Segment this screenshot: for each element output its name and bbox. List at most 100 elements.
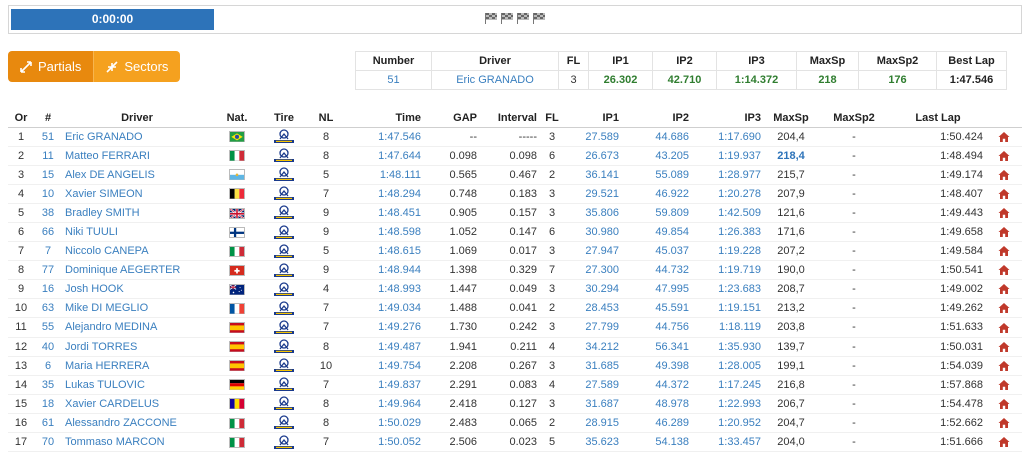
time-link[interactable]: 1:48.294 bbox=[346, 184, 424, 204]
driver-name-link[interactable]: Dominique AEGERTER bbox=[62, 260, 212, 281]
time-link[interactable]: 1:48.451 bbox=[346, 203, 424, 223]
rider-number-link[interactable]: 66 bbox=[34, 222, 62, 243]
rider-number-link[interactable]: 38 bbox=[34, 203, 62, 223]
home-cell[interactable] bbox=[986, 184, 1022, 204]
best-driver[interactable]: Eric GRANADO bbox=[431, 70, 559, 90]
rider-number-link[interactable]: 6 bbox=[34, 356, 62, 376]
driver-name-link[interactable]: Alejandro MEDINA bbox=[62, 317, 212, 338]
home-icon[interactable] bbox=[998, 322, 1010, 334]
time-link[interactable]: 1:48.111 bbox=[346, 165, 424, 185]
gap-cell: 1.398 bbox=[424, 260, 480, 281]
rider-number-link[interactable]: 16 bbox=[34, 279, 62, 300]
home-cell[interactable] bbox=[986, 413, 1022, 434]
rider-number-link[interactable]: 35 bbox=[34, 375, 62, 395]
rider-number-link[interactable]: 51 bbox=[34, 127, 62, 147]
driver-name-link[interactable]: Jordi TORRES bbox=[62, 337, 212, 357]
expand-arrows-icon bbox=[20, 60, 32, 73]
rider-number-link[interactable]: 15 bbox=[34, 165, 62, 185]
home-cell[interactable] bbox=[986, 146, 1022, 166]
driver-name-link[interactable]: Xavier CARDELUS bbox=[62, 394, 212, 414]
best-number[interactable]: 51 bbox=[355, 70, 432, 90]
time-link[interactable]: 1:49.837 bbox=[346, 375, 424, 395]
driver-name-link[interactable]: Alex DE ANGELIS bbox=[62, 165, 212, 185]
home-cell[interactable] bbox=[986, 203, 1022, 223]
home-icon[interactable] bbox=[998, 302, 1010, 314]
home-icon[interactable] bbox=[998, 341, 1010, 353]
home-icon[interactable] bbox=[998, 379, 1010, 391]
driver-name-link[interactable]: Lukas TULOVIC bbox=[62, 375, 212, 395]
driver-name-link[interactable]: Maria HERRERA bbox=[62, 356, 212, 376]
home-cell[interactable] bbox=[986, 375, 1022, 395]
time-link[interactable]: 1:50.052 bbox=[346, 432, 424, 453]
home-icon[interactable] bbox=[998, 264, 1010, 276]
rider-number-link[interactable]: 70 bbox=[34, 432, 62, 453]
home-icon[interactable] bbox=[998, 398, 1010, 410]
results-header-row: Or # Driver Nat. Tire NL Time GAP Interv… bbox=[8, 109, 1022, 128]
home-cell[interactable] bbox=[986, 241, 1022, 262]
home-icon[interactable] bbox=[998, 417, 1010, 429]
home-icon[interactable] bbox=[998, 283, 1010, 295]
home-cell[interactable] bbox=[986, 356, 1022, 376]
time-link[interactable]: 1:47.546 bbox=[346, 127, 424, 147]
driver-name-link[interactable]: Tommaso MARCON bbox=[62, 432, 212, 453]
home-cell[interactable] bbox=[986, 298, 1022, 319]
home-cell[interactable] bbox=[986, 165, 1022, 185]
rider-number-link[interactable]: 61 bbox=[34, 413, 62, 434]
home-cell[interactable] bbox=[986, 432, 1022, 453]
home-icon[interactable] bbox=[998, 207, 1010, 219]
home-icon[interactable] bbox=[998, 169, 1010, 181]
time-link[interactable]: 1:50.029 bbox=[346, 413, 424, 434]
maxsp2-cell: - bbox=[818, 298, 890, 319]
home-icon[interactable] bbox=[998, 188, 1010, 200]
ip3-cell: 1:20.278 bbox=[692, 184, 764, 204]
rider-number-link[interactable]: 18 bbox=[34, 394, 62, 414]
driver-name-link[interactable]: Xavier SIMEON bbox=[62, 184, 212, 204]
ip1-cell: 26.673 bbox=[564, 146, 622, 166]
time-link[interactable]: 1:49.964 bbox=[346, 394, 424, 414]
time-link[interactable]: 1:48.598 bbox=[346, 222, 424, 243]
driver-name-link[interactable]: Niccolo CANEPA bbox=[62, 241, 212, 262]
time-link[interactable]: 1:49.034 bbox=[346, 298, 424, 319]
time-link[interactable]: 1:47.644 bbox=[346, 146, 424, 166]
time-link[interactable]: 1:48.993 bbox=[346, 279, 424, 300]
time-link[interactable]: 1:49.754 bbox=[346, 356, 424, 376]
driver-name-link[interactable]: Bradley SMITH bbox=[62, 203, 212, 223]
rider-number-link[interactable]: 40 bbox=[34, 337, 62, 357]
time-link[interactable]: 1:48.944 bbox=[346, 260, 424, 281]
home-icon[interactable] bbox=[998, 226, 1010, 238]
home-icon[interactable] bbox=[998, 131, 1010, 143]
session-status-bar: 0:00:00 bbox=[8, 5, 1022, 34]
home-cell[interactable] bbox=[986, 337, 1022, 357]
driver-name-link[interactable]: Niki TUULI bbox=[62, 222, 212, 243]
rider-number-link[interactable]: 77 bbox=[34, 260, 62, 281]
home-icon[interactable] bbox=[998, 360, 1010, 372]
sectors-button[interactable]: Sectors bbox=[93, 51, 181, 82]
rider-number-link[interactable]: 63 bbox=[34, 298, 62, 319]
ip2-cell: 54.138 bbox=[622, 432, 692, 453]
home-icon[interactable] bbox=[998, 436, 1010, 448]
interval-cell: ----- bbox=[480, 127, 540, 147]
rider-number-link[interactable]: 55 bbox=[34, 317, 62, 338]
home-cell[interactable] bbox=[986, 317, 1022, 338]
time-link[interactable]: 1:48.615 bbox=[346, 241, 424, 262]
home-cell[interactable] bbox=[986, 127, 1022, 147]
ip3-cell: 1:42.509 bbox=[692, 203, 764, 223]
home-cell[interactable] bbox=[986, 260, 1022, 281]
time-link[interactable]: 1:49.487 bbox=[346, 337, 424, 357]
rider-number-link[interactable]: 7 bbox=[34, 241, 62, 262]
rider-number-link[interactable]: 10 bbox=[34, 184, 62, 204]
driver-name-link[interactable]: Alessandro ZACCONE bbox=[62, 413, 212, 434]
driver-name-link[interactable]: Eric GRANADO bbox=[62, 127, 212, 147]
driver-name-link[interactable]: Josh HOOK bbox=[62, 279, 212, 300]
home-icon[interactable] bbox=[998, 245, 1010, 257]
time-link[interactable]: 1:49.276 bbox=[346, 317, 424, 338]
home-cell[interactable] bbox=[986, 222, 1022, 243]
home-cell[interactable] bbox=[986, 394, 1022, 414]
driver-name-link[interactable]: Mike DI MEGLIO bbox=[62, 298, 212, 319]
home-icon[interactable] bbox=[998, 150, 1010, 162]
driver-name-link[interactable]: Matteo FERRARI bbox=[62, 146, 212, 166]
best-col-maxsp2: MaxSp2 bbox=[858, 51, 937, 71]
rider-number-link[interactable]: 11 bbox=[34, 146, 62, 166]
partials-button[interactable]: Partials bbox=[8, 51, 94, 82]
home-cell[interactable] bbox=[986, 279, 1022, 300]
